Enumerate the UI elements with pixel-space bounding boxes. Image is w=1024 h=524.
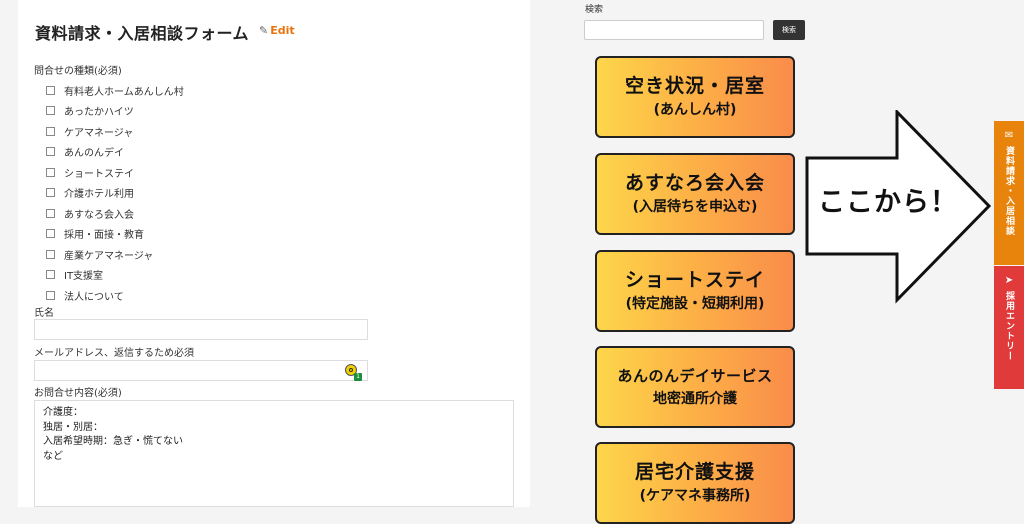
inquiry-type-option[interactable]: ショートステイ <box>46 162 184 183</box>
envelope-icon: ✉ <box>1004 130 1014 141</box>
checkbox[interactable] <box>46 229 55 239</box>
edit-label: Edit <box>270 24 295 37</box>
checkbox-label: あんのんデイ <box>64 148 124 160</box>
checkbox[interactable] <box>46 249 55 259</box>
inquiry-type-label: 問合せの種類(必須) <box>34 66 122 77</box>
banner-day-service[interactable]: あんのんデイサービス 地密通所介護 <box>595 346 795 428</box>
edit-link[interactable]: ✎ Edit <box>259 24 295 37</box>
side-tab-recruit[interactable]: ➤ 採用エントリー <box>994 266 1024 389</box>
inquiry-type-checkbox-list: 有料老人ホームあんしん村 あったかハイツ ケアマネージャ あんのんデイ ショート… <box>46 80 184 306</box>
search-label: 検索 <box>585 5 604 15</box>
message-line: 介護度： <box>43 407 83 418</box>
inquiry-type-option[interactable]: 法人について <box>46 285 184 306</box>
banner-short-stay[interactable]: ショートステイ (特定施設・短期利用) <box>595 250 795 332</box>
banner-vacancy[interactable]: 空き状況・居室 (あんしん村) <box>595 56 795 138</box>
side-tab-contact[interactable]: ✉ 資料請求・入居相談 <box>994 121 1024 265</box>
side-tab-contact-label: 資料請求・入居相談 <box>1004 146 1014 236</box>
checkbox-label: ケアマネージャ <box>64 127 134 139</box>
banner-care-support[interactable]: 居宅介護支援 (ケアマネ事務所) <box>595 442 795 524</box>
email-field[interactable]: 1 <box>34 360 368 381</box>
checkbox[interactable] <box>46 85 55 95</box>
checkbox-label: 法人について <box>64 291 124 303</box>
arrow-callout-text: ここから！ <box>818 187 958 218</box>
password-manager-icon[interactable]: 1 <box>345 364 362 381</box>
inquiry-type-option[interactable]: 採用・面接・教育 <box>46 224 184 245</box>
checkbox-label: 採用・面接・教育 <box>64 230 144 242</box>
checkbox-label: 産業ケアマネージャ <box>64 250 154 262</box>
banner-subtitle: (入居待ちを申込む) <box>632 199 758 215</box>
checkbox[interactable] <box>46 270 55 280</box>
banner-asunaro[interactable]: あすなろ会入会 (入居待ちを申込む) <box>595 153 795 235</box>
banner-title: あんのんデイサービス <box>617 366 773 385</box>
password-manager-badge: 1 <box>354 373 362 381</box>
inquiry-type-option[interactable]: IT支援室 <box>46 265 184 286</box>
contact-form-panel: 資料請求・入居相談フォーム ✎ Edit 問合せの種類(必須) 有料老人ホームあん… <box>18 0 530 507</box>
checkbox[interactable] <box>46 188 55 198</box>
inquiry-type-option[interactable]: 産業ケアマネージャ <box>46 244 184 265</box>
inquiry-type-option[interactable]: 介護ホテル利用 <box>46 183 184 204</box>
banner-subtitle: (特定施設・短期利用) <box>625 296 765 312</box>
message-line: 入居希望時期：急ぎ・慌てない <box>43 436 183 447</box>
checkbox-label: ショートステイ <box>64 168 134 180</box>
banner-title: 居宅介護支援 <box>634 461 755 483</box>
inquiry-type-option[interactable]: あんのんデイ <box>46 142 184 163</box>
message-label: お問合せ内容(必須) <box>34 388 122 399</box>
banner-title: ショートステイ <box>624 269 765 291</box>
banner-subtitle: 地密通所介護 <box>653 390 737 407</box>
name-field[interactable] <box>34 319 368 340</box>
checkbox-label: IT支援室 <box>64 271 104 283</box>
checkbox[interactable] <box>46 167 55 177</box>
checkbox-label: 介護ホテル利用 <box>64 189 134 201</box>
search-input[interactable] <box>584 20 764 40</box>
banner-subtitle: (あんしん村) <box>653 102 737 118</box>
message-textarea[interactable]: 介護度： 独居・別居： 入居希望時期：急ぎ・慌てない など <box>34 400 514 507</box>
checkbox[interactable] <box>46 126 55 136</box>
banner-title: あすなろ会入会 <box>624 172 765 194</box>
email-label: メールアドレス、返信するため必須 <box>34 348 194 359</box>
side-tab-recruit-label: 採用エントリー <box>1004 291 1014 361</box>
inquiry-type-option[interactable]: あすなろ会入会 <box>46 203 184 224</box>
banner-subtitle: (ケアマネ事務所) <box>639 488 751 504</box>
checkbox[interactable] <box>46 208 55 218</box>
message-line: 独居・別居： <box>43 421 103 433</box>
checkbox[interactable] <box>46 147 55 157</box>
inquiry-type-option[interactable]: 有料老人ホームあんしん村 <box>46 80 184 101</box>
search-button[interactable]: 検索 <box>773 20 805 40</box>
banner-title: 空き状況・居室 <box>624 75 765 97</box>
checkbox[interactable] <box>46 106 55 116</box>
paper-plane-icon: ➤ <box>1004 275 1014 286</box>
checkbox-label: 有料老人ホームあんしん村 <box>64 86 184 98</box>
inquiry-type-option[interactable]: あったかハイツ <box>46 101 184 122</box>
checkbox-label: あったかハイツ <box>64 107 134 119</box>
name-label: 氏名 <box>34 308 54 319</box>
inquiry-type-option[interactable]: ケアマネージャ <box>46 121 184 142</box>
edit-pencil-icon: ✎ <box>259 24 269 37</box>
page-title: 資料請求・入居相談フォーム <box>35 24 250 43</box>
checkbox[interactable] <box>46 290 55 300</box>
checkbox-label: あすなろ会入会 <box>64 209 134 221</box>
message-line: など <box>43 450 63 462</box>
